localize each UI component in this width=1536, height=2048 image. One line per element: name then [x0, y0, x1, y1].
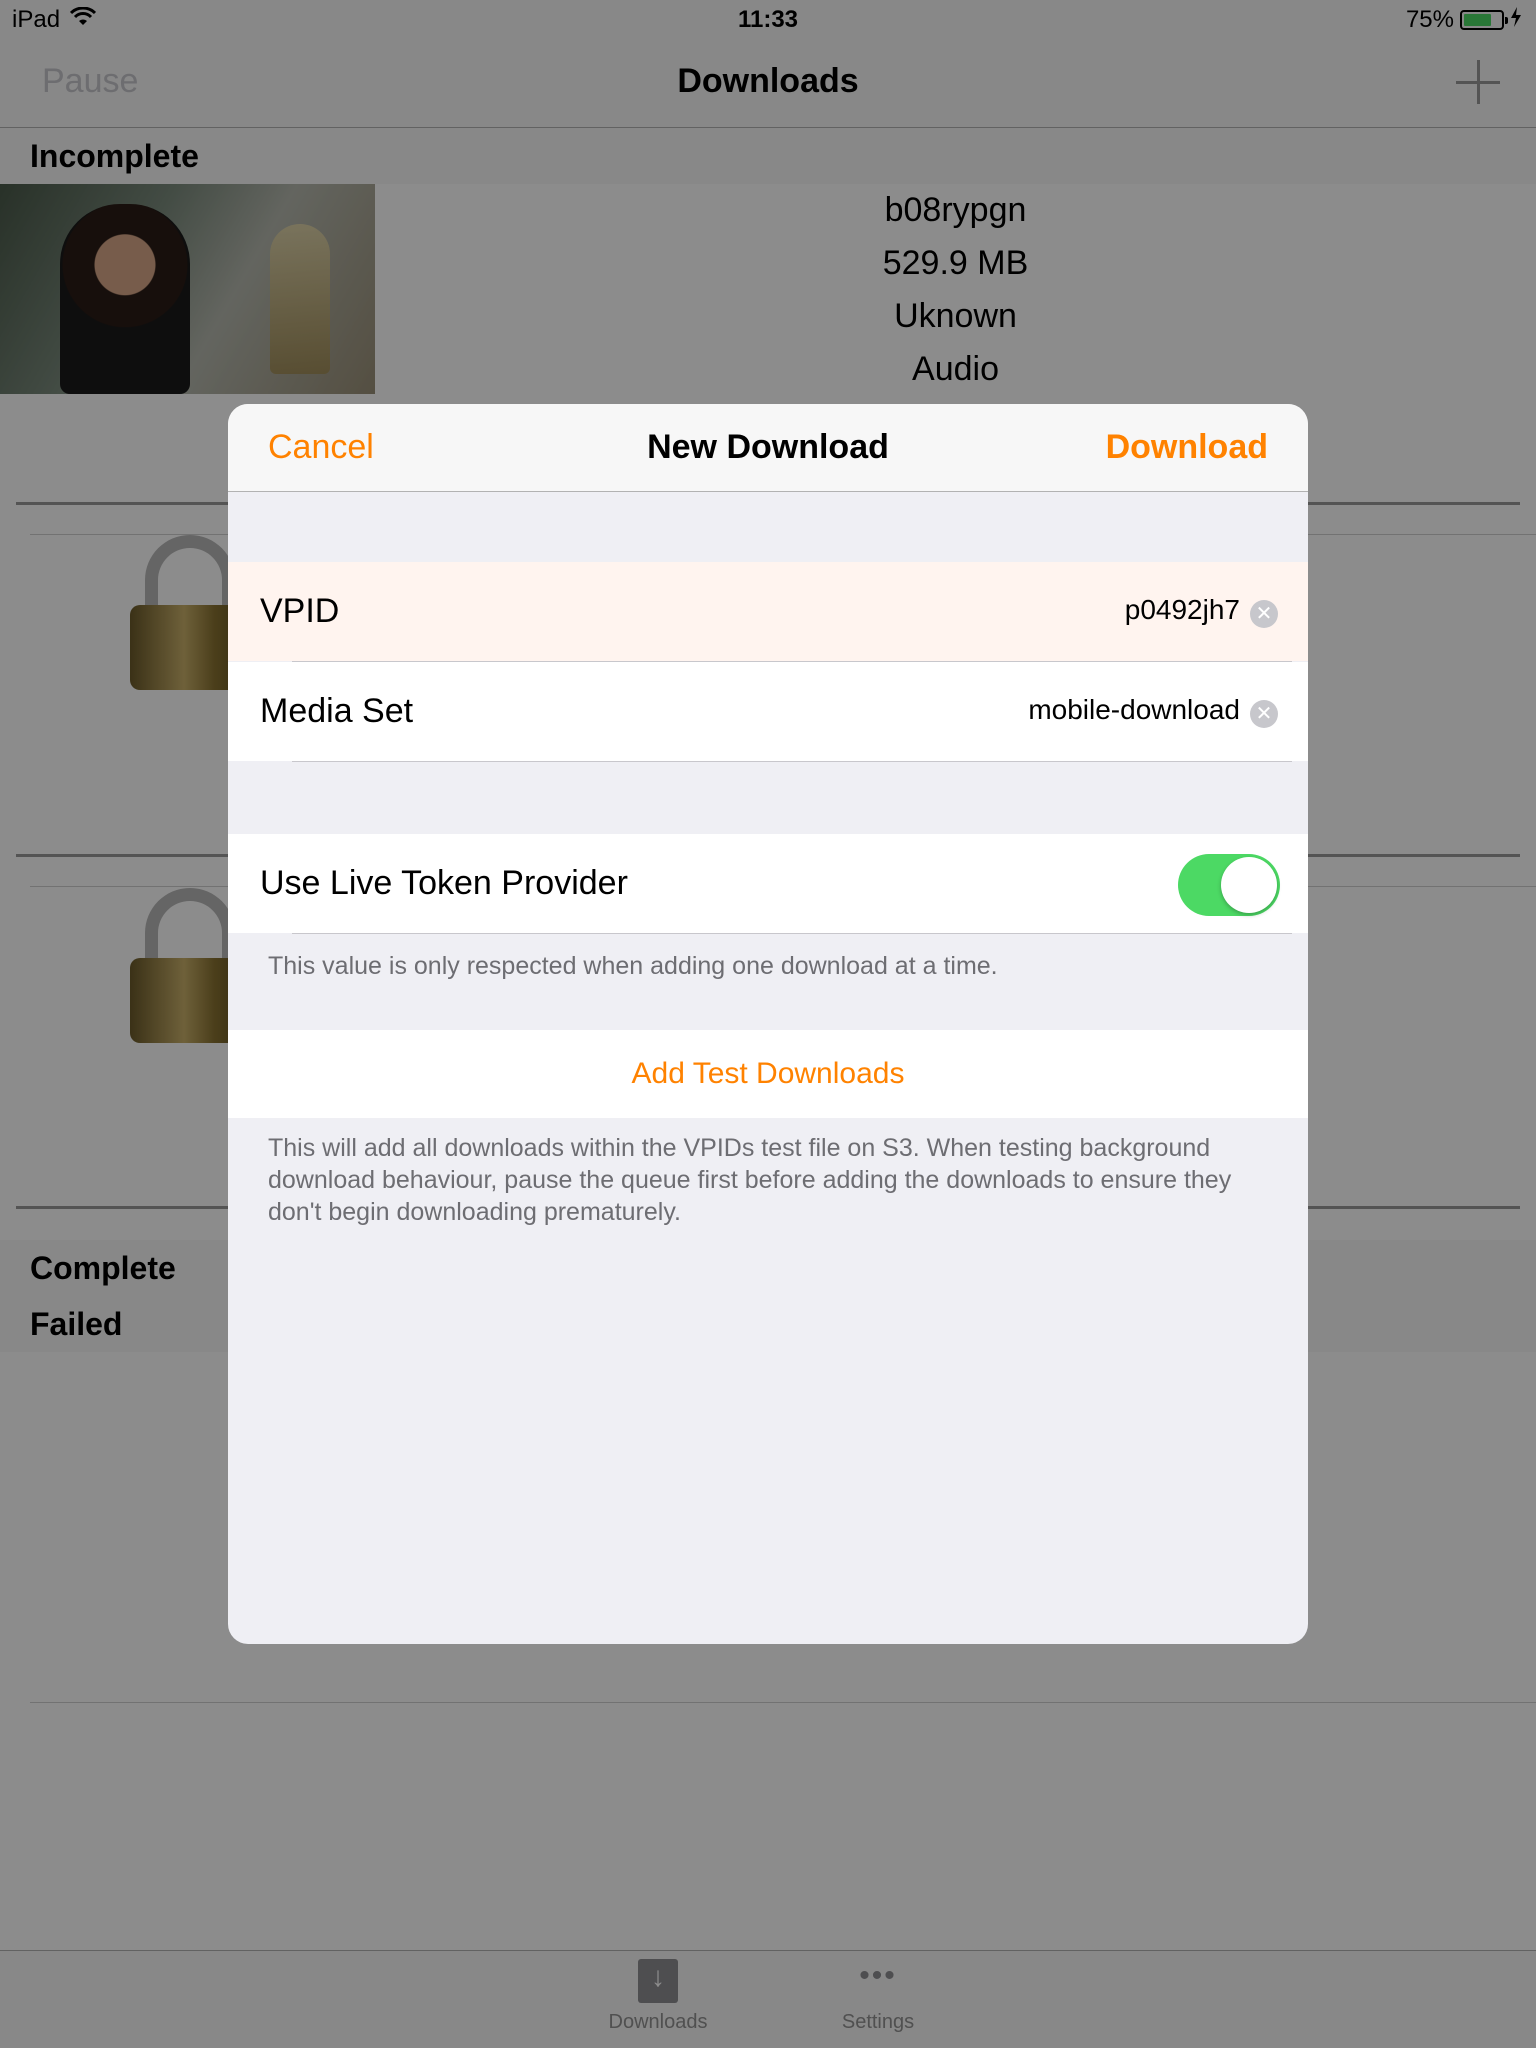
- toggle-knob: [1221, 857, 1277, 913]
- vpid-label: VPID: [260, 592, 340, 630]
- live-token-label: Use Live Token Provider: [260, 864, 628, 902]
- vpid-row[interactable]: VPID p0492jh7 ✕: [228, 562, 1308, 661]
- vpid-field[interactable]: p0492jh7: [1125, 594, 1240, 626]
- cell-separator: [292, 933, 1292, 934]
- modal-nav-bar: Cancel New Download Download: [228, 404, 1308, 492]
- clear-icon[interactable]: ✕: [1250, 700, 1278, 728]
- live-token-toggle[interactable]: [1178, 854, 1280, 916]
- clear-icon[interactable]: ✕: [1250, 600, 1278, 628]
- live-token-footer: This value is only respected when adding…: [268, 952, 998, 980]
- cell-separator: [292, 761, 1292, 762]
- add-test-downloads-button[interactable]: Add Test Downloads: [228, 1030, 1308, 1118]
- media-set-label: Media Set: [260, 692, 414, 730]
- media-set-row[interactable]: Media Set mobile-download ✕: [228, 662, 1308, 761]
- live-token-row: Use Live Token Provider: [228, 834, 1308, 933]
- download-button[interactable]: Download: [1106, 428, 1268, 467]
- new-download-modal: Cancel New Download Download VPID p0492j…: [228, 404, 1308, 1644]
- media-set-field[interactable]: mobile-download: [1028, 694, 1240, 726]
- add-test-footer: This will add all downloads within the V…: [268, 1134, 1232, 1226]
